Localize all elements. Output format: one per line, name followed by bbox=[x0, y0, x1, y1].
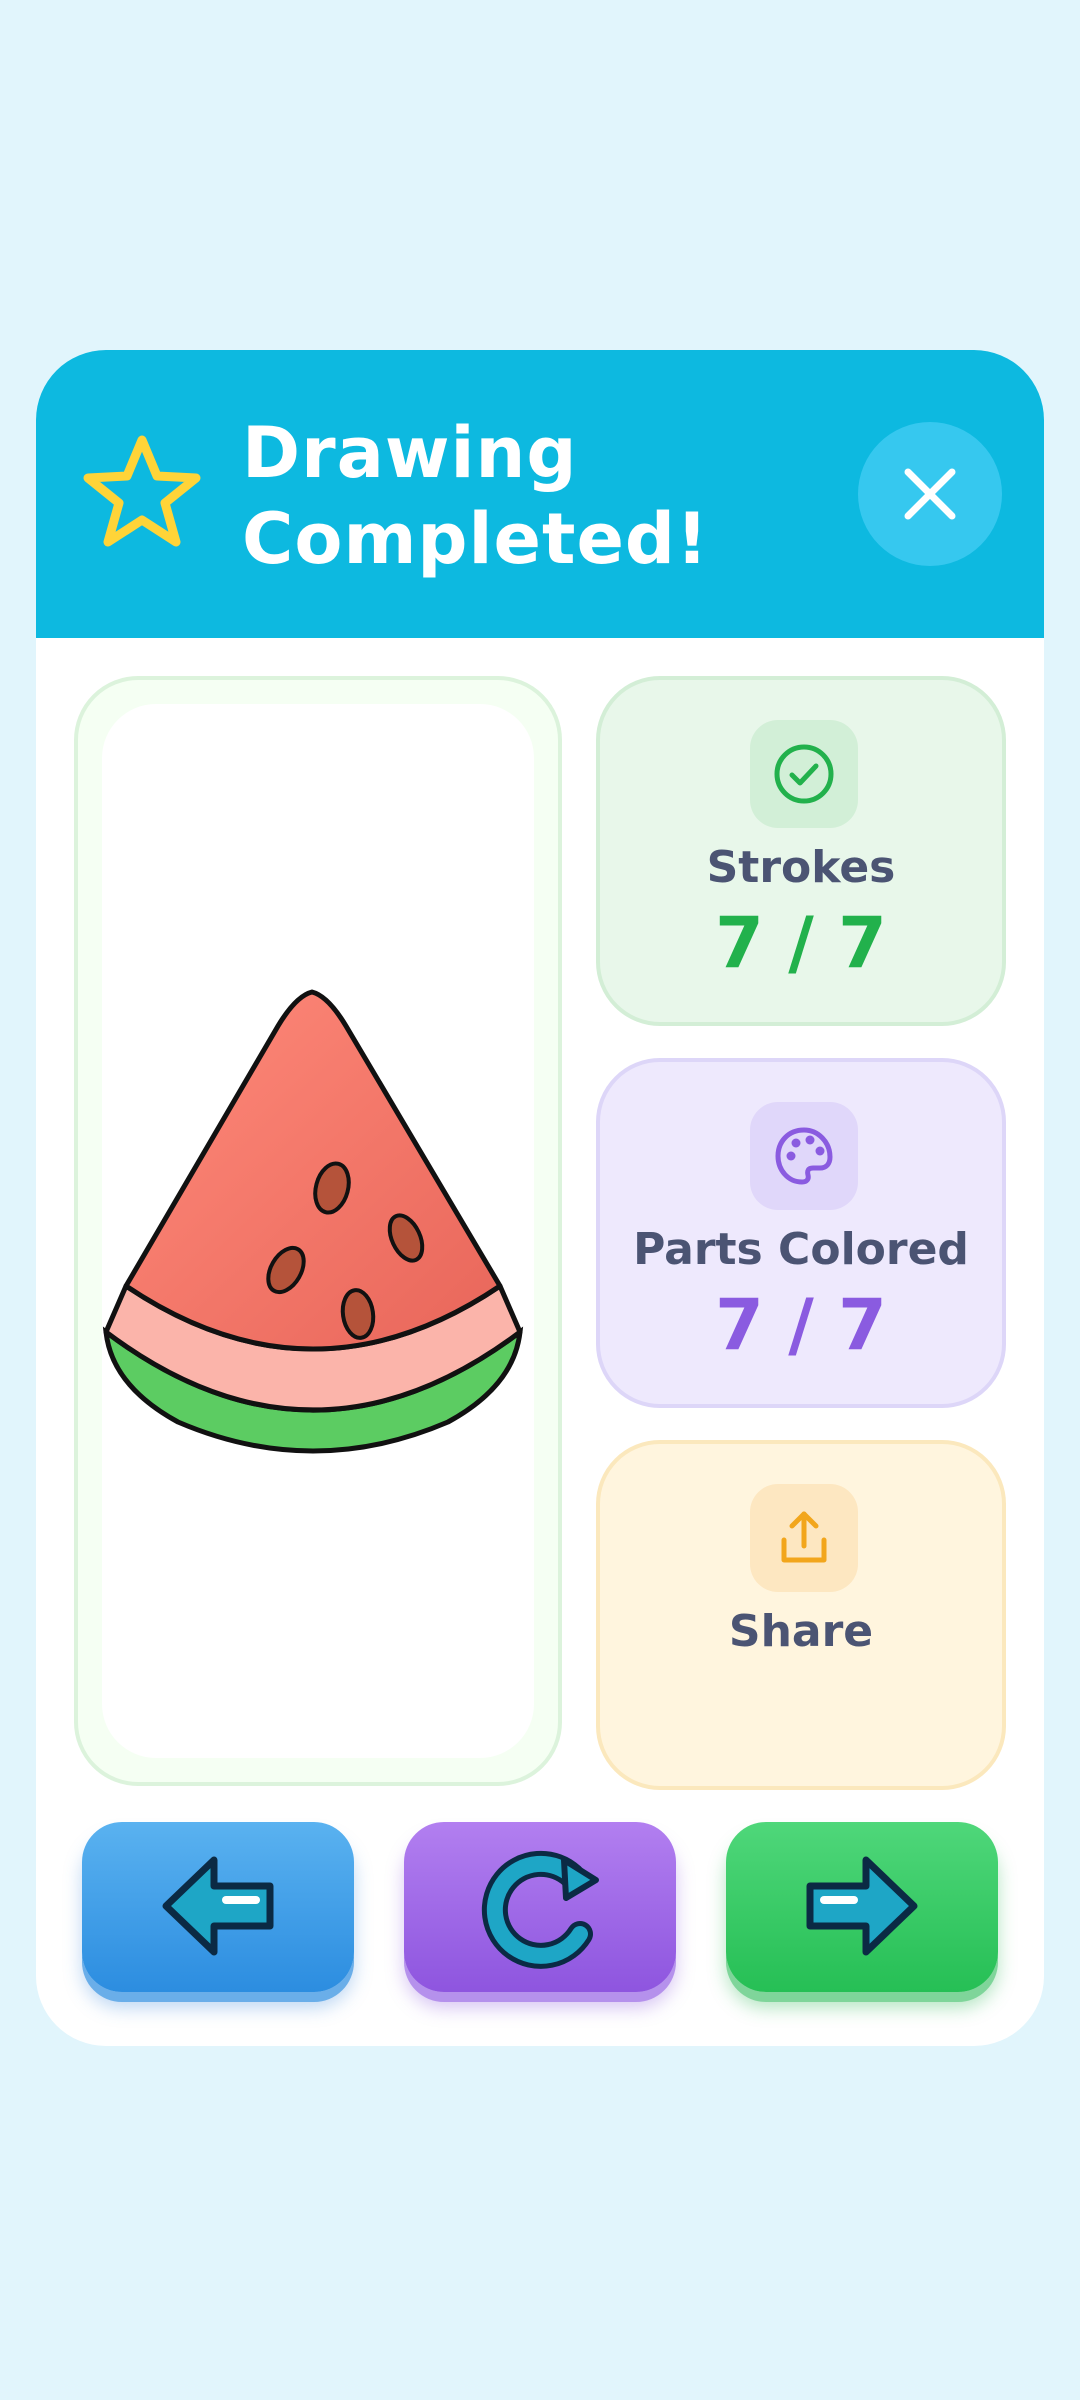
restart-icon bbox=[481, 1850, 599, 1969]
share-icon-tile bbox=[750, 1484, 858, 1592]
parts-colored-value: 7 / 7 bbox=[715, 1284, 887, 1366]
strokes-label: Strokes bbox=[706, 842, 896, 893]
palette-icon bbox=[775, 1127, 833, 1185]
strokes-card: Strokes 7 / 7 bbox=[596, 676, 1006, 1026]
parts-colored-card: Parts Colored 7 / 7 bbox=[596, 1058, 1006, 1408]
close-button[interactable] bbox=[858, 422, 1002, 566]
close-icon bbox=[904, 468, 956, 520]
check-circle-icon bbox=[774, 744, 834, 804]
parts-colored-label: Parts Colored bbox=[633, 1224, 969, 1275]
watermelon-drawing bbox=[102, 989, 524, 1454]
back-button[interactable] bbox=[82, 1822, 354, 1992]
dialog-header: Drawing Completed! bbox=[36, 350, 1044, 638]
share-card[interactable]: Share bbox=[596, 1440, 1006, 1790]
title-line-2: Completed! bbox=[242, 498, 709, 580]
strokes-icon-tile bbox=[750, 720, 858, 828]
title-line-1: Drawing bbox=[242, 412, 578, 494]
dialog-title: Drawing Completed! bbox=[242, 410, 709, 582]
share-label: Share bbox=[728, 1606, 874, 1657]
restart-button[interactable] bbox=[404, 1822, 676, 1992]
parts-icon-tile bbox=[750, 1102, 858, 1210]
arrow-right-icon bbox=[806, 1856, 918, 1956]
star-icon bbox=[83, 435, 201, 547]
next-button[interactable] bbox=[726, 1822, 998, 1992]
completion-dialog: Drawing Completed! Strokes 7 / 7 Parts C… bbox=[36, 350, 1044, 2046]
arrow-left-icon bbox=[162, 1856, 274, 1956]
strokes-value: 7 / 7 bbox=[715, 902, 887, 984]
share-icon bbox=[781, 1511, 827, 1563]
